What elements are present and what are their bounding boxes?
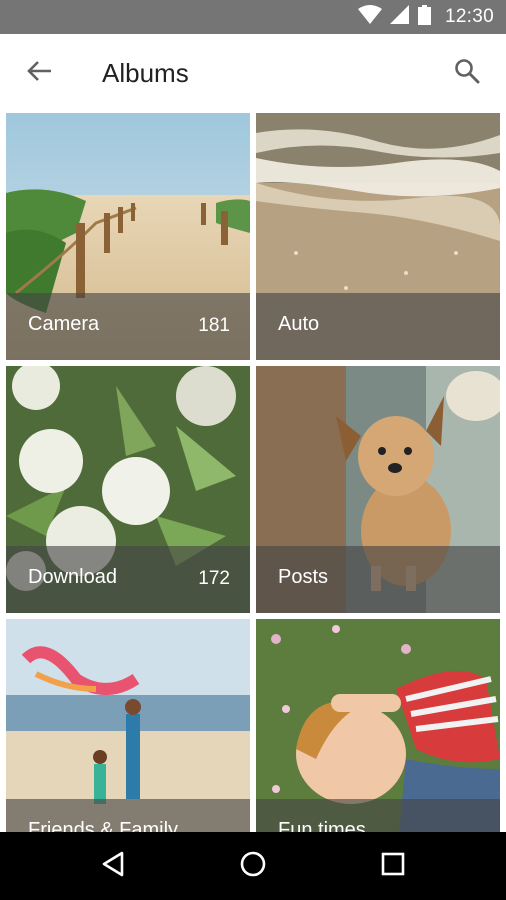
album-tile-auto[interactable]: Auto xyxy=(256,113,500,360)
search-icon xyxy=(454,58,480,89)
album-name: Auto xyxy=(278,313,320,335)
status-bar: 12:30 xyxy=(0,0,506,34)
app-bar: Albums xyxy=(0,34,506,112)
album-name: Download xyxy=(28,566,117,588)
album-name: Fun times xyxy=(278,819,366,832)
back-triangle-icon xyxy=(100,850,126,883)
nav-recents-button[interactable] xyxy=(373,846,413,886)
album-caption: Fun times xyxy=(256,799,500,832)
wifi-icon xyxy=(357,4,382,30)
search-button[interactable] xyxy=(446,52,488,94)
album-grid: Camera 181 Auto Download 172 Posts Frien… xyxy=(0,112,506,832)
album-caption: Camera 181 xyxy=(6,293,250,360)
page-title: Albums xyxy=(102,58,189,88)
album-count: 181 xyxy=(198,315,230,336)
battery-icon xyxy=(417,4,431,30)
home-circle-icon xyxy=(239,850,267,883)
recents-square-icon xyxy=(380,851,406,882)
signal-icon xyxy=(389,4,410,30)
nav-back-button[interactable] xyxy=(93,846,133,886)
album-tile-download[interactable]: Download 172 xyxy=(6,366,250,613)
album-tile-fun-times[interactable]: Fun times xyxy=(256,619,500,832)
album-caption: Download 172 xyxy=(6,546,250,613)
album-name: Friends & Family xyxy=(28,819,179,832)
status-icons: 12:30 xyxy=(357,0,494,34)
album-name: Camera xyxy=(28,313,100,335)
status-time: 12:30 xyxy=(444,6,494,27)
nav-home-button[interactable] xyxy=(233,846,273,886)
navigation-bar xyxy=(0,832,506,900)
album-tile-friends-family[interactable]: Friends & Family xyxy=(6,619,250,832)
album-caption: Auto xyxy=(256,293,500,360)
album-name: Posts xyxy=(278,566,329,588)
album-tile-camera[interactable]: Camera 181 xyxy=(6,113,250,360)
album-caption: Posts xyxy=(256,546,500,613)
album-caption: Friends & Family xyxy=(6,799,250,832)
album-count: 172 xyxy=(198,568,230,589)
back-button[interactable] xyxy=(18,52,60,94)
arrow-back-icon xyxy=(26,60,52,87)
album-tile-posts[interactable]: Posts xyxy=(256,366,500,613)
